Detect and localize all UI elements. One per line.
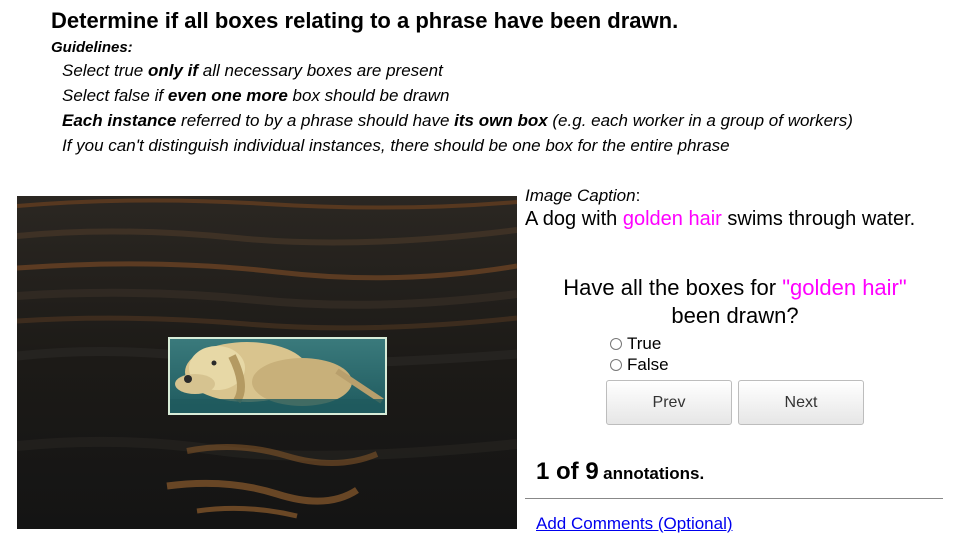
progress-suffix: annotations.: [603, 464, 705, 483]
prev-button[interactable]: Prev: [606, 380, 732, 425]
caption-text-end: swims through water.: [721, 208, 916, 230]
guideline-2-text-end: box should be drawn: [287, 86, 450, 105]
annotation-progress: 1 of 9 annotations.: [536, 458, 704, 486]
guideline-4: If you can't distinguish individual inst…: [62, 136, 730, 155]
annotation-image: [17, 196, 517, 529]
guideline-1-emphasis: only if: [148, 61, 199, 80]
page-title: Determine if all boxes relating to a phr…: [51, 8, 679, 33]
option-false-label: False: [627, 355, 669, 374]
guideline-1-text: Select true: [62, 61, 148, 80]
radio-false[interactable]: [610, 359, 622, 371]
guideline-3-text: referred to by a phrase should have: [176, 111, 455, 130]
guideline-2: Select false if even one more box should…: [62, 86, 449, 106]
guideline-2-text: Select false if: [62, 86, 168, 105]
bounding-box-golden-hair: [168, 337, 387, 415]
caption-highlighted-phrase: golden hair: [622, 208, 722, 230]
guideline-1: Select true only if all necessary boxes …: [62, 61, 443, 81]
annotation-page: Determine if all boxes relating to a phr…: [0, 0, 957, 546]
caption-label-colon: :: [635, 186, 641, 205]
guideline-3: Each instance referred to by a phrase sh…: [62, 111, 853, 131]
guideline-3-text-end: (e.g. each worker in a group of workers): [547, 111, 853, 130]
progress-count: 1 of 9: [536, 458, 599, 485]
caption-text-start: A dog with: [525, 208, 623, 230]
next-button[interactable]: Next: [738, 380, 864, 425]
radio-true[interactable]: [610, 338, 622, 350]
guidelines-heading: Guidelines:: [51, 39, 133, 56]
caption-label: Image Caption:: [525, 186, 640, 206]
divider: [525, 498, 943, 499]
option-true[interactable]: True: [610, 334, 661, 354]
question-text: Have all the boxes for "golden hair" bee…: [525, 274, 945, 330]
guideline-1-text-end: all necessary boxes are present: [198, 61, 443, 80]
question-highlighted-phrase: "golden hair": [782, 275, 907, 300]
add-comments-link[interactable]: Add Comments (Optional): [536, 514, 733, 534]
option-true-label: True: [627, 334, 662, 353]
caption-text: A dog with golden hair swims through wat…: [525, 207, 925, 232]
guideline-2-emphasis: even one more: [167, 86, 288, 105]
question-text-end: been drawn?: [671, 303, 799, 328]
guideline-3-emphasis-1: Each instance: [62, 111, 177, 130]
option-false[interactable]: False: [610, 355, 669, 375]
guideline-3-emphasis-2: its own box: [454, 111, 548, 130]
question-text-start: Have all the boxes for: [563, 275, 783, 300]
caption-label-text: Image Caption: [525, 186, 636, 205]
